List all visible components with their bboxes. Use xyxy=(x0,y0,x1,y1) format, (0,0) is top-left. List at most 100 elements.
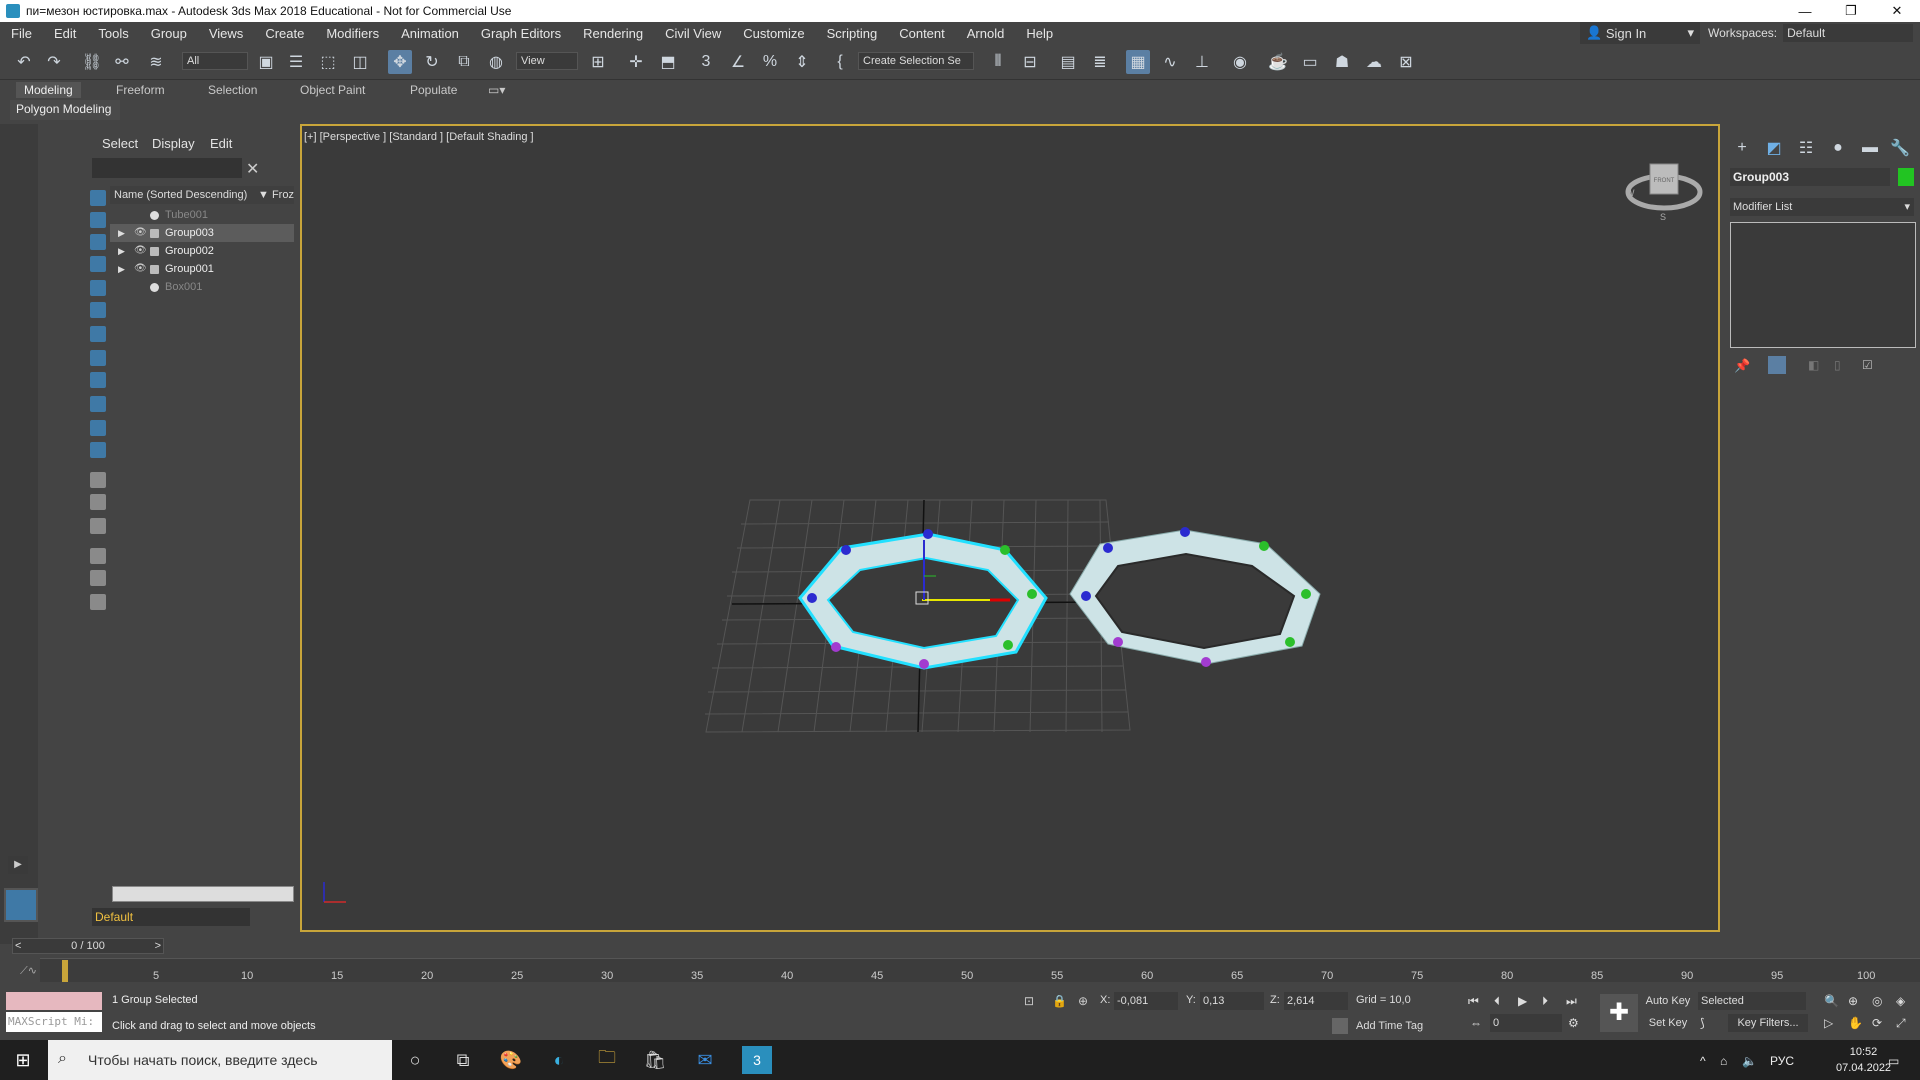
list-item[interactable]: ▶ 👁 Group002 xyxy=(110,242,294,260)
z-coordinate-field[interactable]: 2,614 xyxy=(1284,992,1348,1010)
utilities-tab-icon[interactable]: 🔧 xyxy=(1888,136,1912,160)
tab-populate[interactable]: Populate xyxy=(410,82,457,98)
render-production-icon[interactable]: ☗ xyxy=(1330,50,1354,74)
zoom-icon[interactable]: 🔍 xyxy=(1824,994,1839,1008)
menu-rendering[interactable]: Rendering xyxy=(572,26,654,41)
modifier-list-dropdown[interactable]: Modifier List ▾ xyxy=(1730,198,1914,216)
configure-modifier-sets-icon[interactable]: ☑ xyxy=(1862,358,1873,372)
expand-triangle-icon[interactable]: ▶ xyxy=(118,260,125,278)
make-unique-icon[interactable]: ◧ xyxy=(1808,358,1819,372)
time-tag-icon[interactable] xyxy=(1332,1018,1348,1034)
maxscript-listener-output[interactable] xyxy=(6,992,102,1010)
keyboard-shortcut-override-icon[interactable]: ⬒ xyxy=(656,50,680,74)
list-item[interactable]: ▶ 👁 Group001 xyxy=(110,260,294,278)
render-setup-icon[interactable]: ☕ xyxy=(1266,50,1290,74)
curve-editor-mini-icon[interactable]: ⟋∿ xyxy=(20,964,37,978)
window-crossing-icon[interactable]: ◫ xyxy=(348,50,372,74)
list-item[interactable]: Box001 xyxy=(110,278,294,296)
funnel-icon[interactable] xyxy=(90,570,106,586)
play-icon[interactable]: ▶ xyxy=(1518,994,1527,1008)
object-name-field[interactable]: Group003 xyxy=(1730,168,1890,186)
menu-create[interactable]: Create xyxy=(254,26,315,41)
display-spacewarps-icon[interactable] xyxy=(90,302,106,318)
file-explorer-icon[interactable]: 🗀 xyxy=(592,1046,622,1074)
menu-tools[interactable]: Tools xyxy=(87,26,139,41)
remove-modifier-icon[interactable]: ▯ xyxy=(1834,358,1841,372)
windows-start-icon[interactable]: ⊞ xyxy=(8,1046,38,1074)
set-key-button[interactable]: Set Key xyxy=(1644,1014,1692,1032)
select-and-scale-icon[interactable]: ⧉ xyxy=(452,50,476,74)
restore-button[interactable]: ❐ xyxy=(1828,0,1874,22)
explorer-tab-edit[interactable]: Edit xyxy=(210,136,232,151)
key-mode-dropdown[interactable]: Selected xyxy=(1698,992,1806,1010)
layer-dropdown[interactable]: Default xyxy=(92,908,250,926)
tab-selection[interactable]: Selection xyxy=(208,82,257,98)
volume-icon[interactable]: 🔈 xyxy=(1742,1054,1757,1068)
display-cameras-icon[interactable] xyxy=(90,256,106,272)
display-frozen-icon[interactable] xyxy=(90,420,106,436)
paint-app-icon[interactable]: 🎨 xyxy=(496,1046,526,1074)
absolute-offset-mode-icon[interactable]: ⊕ xyxy=(1078,994,1088,1008)
mail-icon[interactable]: ✉ xyxy=(690,1046,720,1074)
visibility-eye-icon[interactable]: 👁 xyxy=(134,260,147,278)
menu-views[interactable]: Views xyxy=(198,26,254,41)
display-lights-icon[interactable] xyxy=(90,234,106,250)
network-icon[interactable]: ⌂ xyxy=(1720,1054,1727,1068)
zoom-all-icon[interactable]: ⊕ xyxy=(1848,994,1858,1008)
a360-gallery-icon[interactable]: ⊠ xyxy=(1394,50,1418,74)
bind-spacewarp-icon[interactable]: ≋ xyxy=(144,50,168,74)
current-frame-field[interactable]: 0 xyxy=(1490,1014,1562,1032)
ribbon-options-icon[interactable]: ▭▾ xyxy=(488,82,505,98)
modifier-stack[interactable] xyxy=(1730,222,1916,348)
percent-snap-icon[interactable]: % xyxy=(758,50,782,74)
zoom-extents-icon[interactable]: ◎ xyxy=(1872,994,1882,1008)
material-editor-icon[interactable]: ◉ xyxy=(1228,50,1252,74)
explorer-tab-select[interactable]: Select xyxy=(102,136,138,151)
sign-in-button[interactable]: 👤 Sign In ▾ xyxy=(1580,22,1700,44)
create-tab-icon[interactable]: + xyxy=(1730,136,1754,160)
notifications-icon[interactable]: ▭ xyxy=(1888,1054,1899,1068)
display-invert-icon[interactable] xyxy=(90,518,106,534)
display-groups-icon[interactable] xyxy=(90,326,106,342)
select-object-icon[interactable]: ▣ xyxy=(254,50,278,74)
edit-named-selection-icon[interactable]: { xyxy=(828,50,852,74)
goto-start-icon[interactable]: ⏮ xyxy=(1468,994,1479,1009)
prev-frame-arrow-icon[interactable]: < xyxy=(15,939,21,953)
reference-coordinate-dropdown[interactable]: View xyxy=(516,52,578,70)
tab-freeform[interactable]: Freeform xyxy=(116,82,165,98)
modify-tab-icon[interactable]: ◩ xyxy=(1762,136,1786,160)
edge-browser-icon[interactable]: ◐ xyxy=(544,1046,574,1074)
polygon-modeling-panel[interactable]: Polygon Modeling xyxy=(10,100,120,120)
select-and-place-icon[interactable]: ◍ xyxy=(484,50,508,74)
task-view-icon[interactable]: ⧉ xyxy=(448,1046,478,1074)
menu-scripting[interactable]: Scripting xyxy=(816,26,889,41)
time-slider[interactable]: < 0 / 100 > xyxy=(12,938,164,954)
next-frame-arrow-icon[interactable]: > xyxy=(155,939,161,953)
field-of-view-icon[interactable]: ▷ xyxy=(1824,1016,1833,1030)
link-icon[interactable]: ⛓ xyxy=(80,50,104,74)
schematic-view-icon[interactable]: ⊥ xyxy=(1190,50,1214,74)
explorer-tab-display[interactable]: Display xyxy=(152,136,195,151)
menu-help[interactable]: Help xyxy=(1015,26,1064,41)
previous-frame-icon[interactable]: ⏴ xyxy=(1494,994,1500,1009)
clear-search-icon[interactable]: ✕ xyxy=(246,159,259,179)
display-all-icon[interactable] xyxy=(90,472,106,488)
expand-triangle-icon[interactable]: ▶ xyxy=(118,224,125,242)
menu-arnold[interactable]: Arnold xyxy=(956,26,1016,41)
taskbar-search-input[interactable]: Чтобы начать поиск, введите здесь xyxy=(48,1040,392,1080)
store-icon[interactable]: 🛍 xyxy=(640,1046,670,1074)
workspace-selector[interactable]: Workspaces: Default xyxy=(1708,22,1920,44)
unlink-icon[interactable]: ⚯ xyxy=(110,50,134,74)
select-and-move-icon[interactable]: ✥ xyxy=(388,50,412,74)
display-bones-icon[interactable] xyxy=(90,372,106,388)
x-coordinate-field[interactable]: -0,081 xyxy=(1114,992,1178,1010)
goto-end-icon[interactable]: ⏭ xyxy=(1566,994,1577,1009)
column-name-header[interactable]: Name (Sorted Descending) xyxy=(114,189,247,201)
show-end-result-icon[interactable] xyxy=(1768,356,1786,374)
rendered-frame-window-icon[interactable]: ▭ xyxy=(1298,50,1322,74)
close-button[interactable]: ✕ xyxy=(1874,0,1920,22)
orbit-icon[interactable]: ⟳ xyxy=(1872,1016,1882,1030)
display-tab-icon[interactable]: ▬ xyxy=(1858,136,1882,160)
selection-filter-dropdown[interactable]: All xyxy=(182,52,248,70)
viewport-layout-icon[interactable] xyxy=(4,888,38,922)
